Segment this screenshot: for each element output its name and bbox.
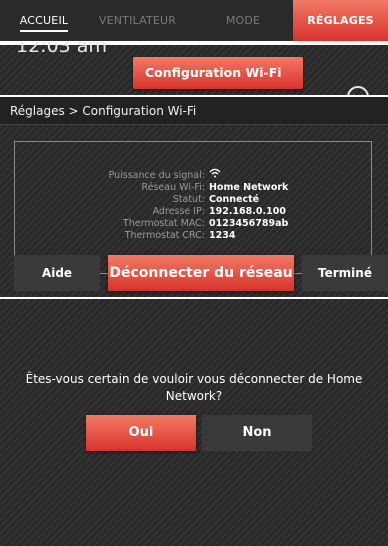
signal-label: Puissance du signal: xyxy=(108,170,205,181)
crc-value: 1234 xyxy=(209,230,236,241)
tab-accueil[interactable]: ACCUEIL xyxy=(0,0,82,41)
wifi-signal-icon xyxy=(209,168,221,182)
network-label: Réseau Wi-Fi: xyxy=(141,182,205,193)
tab-accueil-label: ACCUEIL xyxy=(19,14,69,32)
wifi-configuration-button[interactable]: Configuration Wi-Fi xyxy=(133,57,303,89)
yes-button[interactable]: Oui xyxy=(86,415,196,451)
disconnect-button[interactable]: Déconnecter du réseau xyxy=(108,255,294,291)
info-row-crc: Thermostat CRC: 1234 xyxy=(15,230,373,242)
wifi-settings-screen: Réglages > Configuration Wi-Fi Puissance… xyxy=(0,97,388,297)
question-line-2: Network? xyxy=(165,389,223,403)
ip-label: Adresse IP: xyxy=(152,206,205,217)
tab-reglages[interactable]: RÉGLAGES xyxy=(293,0,388,41)
info-row-ip: Adresse IP: 192.168.0.100 xyxy=(15,206,373,218)
home-screen: ACCUEIL VENTILATEUR MODE RÉGLAGES 12:03 … xyxy=(0,0,388,95)
help-button[interactable]: Aide xyxy=(14,255,100,291)
confirm-disconnect-screen: Êtes-vous certain de vouloir vous déconn… xyxy=(0,299,388,546)
mac-label: Thermostat MAC: xyxy=(122,218,205,229)
breadcrumb: Réglages > Configuration Wi-Fi xyxy=(0,97,388,125)
crc-label: Thermostat CRC: xyxy=(124,230,205,241)
time-display: 12:03 am xyxy=(16,42,107,57)
info-row-status: Statut: Connecté xyxy=(15,194,373,206)
tab-ventilateur[interactable]: VENTILATEUR xyxy=(82,0,193,41)
network-value: Home Network xyxy=(209,182,289,193)
no-button[interactable]: Non xyxy=(202,415,312,451)
status-label: Statut: xyxy=(172,194,205,205)
question-line-1: Êtes-vous certain de vouloir vous déconn… xyxy=(25,372,363,386)
mac-value: 0123456789ab xyxy=(209,218,289,229)
ip-value: 192.168.0.100 xyxy=(209,206,286,217)
info-row-signal: Puissance du signal: xyxy=(15,168,373,182)
confirm-question: Êtes-vous certain de vouloir vous déconn… xyxy=(0,371,388,405)
info-row-network: Réseau Wi-Fi: Home Network xyxy=(15,182,373,194)
tab-mode[interactable]: MODE xyxy=(193,0,293,41)
info-row-mac: Thermostat MAC: 0123456789ab xyxy=(15,218,373,230)
chevron-down-icon[interactable] xyxy=(347,86,369,95)
done-button[interactable]: Terminé xyxy=(302,255,388,291)
top-navigation: ACCUEIL VENTILATEUR MODE RÉGLAGES xyxy=(0,0,388,41)
status-value: Connecté xyxy=(209,194,260,205)
